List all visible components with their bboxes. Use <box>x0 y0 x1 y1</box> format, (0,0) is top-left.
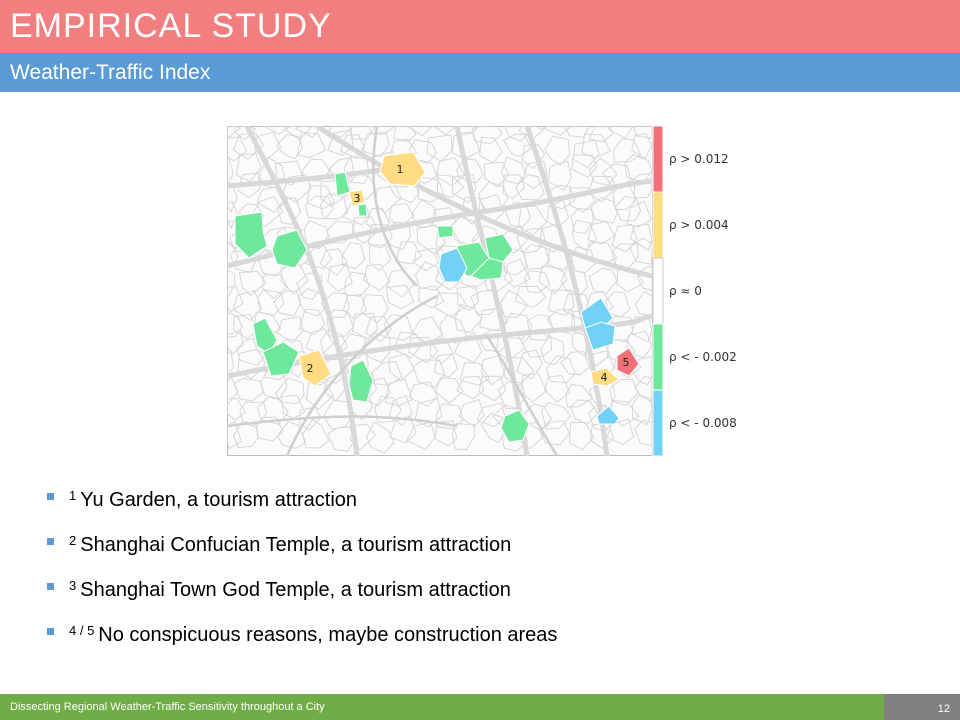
legend-swatch-4 <box>652 323 664 391</box>
bullet-square-icon <box>47 628 54 635</box>
legend-swatch-5 <box>652 389 664 456</box>
subtitle-bar: Weather-Traffic Index <box>0 53 960 92</box>
slide-title: EMPIRICAL STUDY <box>10 7 332 45</box>
bullet-list: 1 Yu Garden, a tourism attraction 2 Shangh… <box>47 482 557 662</box>
marker-1: 1 <box>397 163 404 176</box>
bullet-number: 1 <box>69 488 77 503</box>
bullet-item: 4 / 5 No conspicuous reasons, maybe const… <box>47 617 557 662</box>
legend-label-3: ρ ≈ 0 <box>669 284 702 298</box>
footer-bar: Dissecting Regional Weather-Traffic Sens… <box>0 694 960 720</box>
bullet-square-icon <box>47 583 54 590</box>
marker-5: 5 <box>623 356 630 369</box>
footer-text: Dissecting Regional Weather-Traffic Sens… <box>10 701 325 713</box>
legend-label-2: ρ > 0.004 <box>669 218 729 232</box>
page-number: 12 <box>884 694 960 720</box>
bullet-square-icon <box>47 538 54 545</box>
region-center-a <box>436 225 454 239</box>
bullet-text: Shanghai Town God Temple, a tourism attr… <box>80 579 511 601</box>
legend-label-1: ρ > 0.012 <box>669 152 729 166</box>
bullet-text: No conspicuous reasons, maybe constructi… <box>98 624 558 646</box>
slide-subtitle: Weather-Traffic Index <box>10 61 211 84</box>
legend-label-4: ρ < - 0.002 <box>669 350 737 364</box>
bullet-text: Shanghai Confucian Temple, a tourism att… <box>80 534 512 556</box>
bullet-item: 1 Yu Garden, a tourism attraction <box>47 482 557 527</box>
legend-swatch-3 <box>652 257 664 325</box>
legend-swatch-1 <box>652 126 664 193</box>
marker-2: 2 <box>307 362 314 375</box>
bullet-number: 3 <box>69 578 77 593</box>
legend-swatch-2 <box>652 191 664 259</box>
bullet-item: 3 Shanghai Town God Temple, a tourism att… <box>47 572 557 617</box>
marker-4: 4 <box>601 371 608 384</box>
bullet-square-icon <box>47 493 54 500</box>
map-area: 1 2 3 4 5 <box>227 126 655 456</box>
legend-label-5: ρ < - 0.008 <box>669 416 737 430</box>
region-3-green-b <box>357 203 368 217</box>
bullet-number: 4 / 5 <box>69 623 95 638</box>
map-figure: 1 2 3 4 5 ρ > 0.012 ρ > 0.004 ρ ≈ 0 ρ < … <box>227 126 737 456</box>
bullet-item: 2 Shanghai Confucian Temple, a tourism at… <box>47 527 557 572</box>
bullet-number: 2 <box>69 533 77 548</box>
bullet-text: Yu Garden, a tourism attraction <box>80 489 358 511</box>
title-bar: EMPIRICAL STUDY <box>0 0 960 53</box>
marker-3: 3 <box>354 192 361 205</box>
